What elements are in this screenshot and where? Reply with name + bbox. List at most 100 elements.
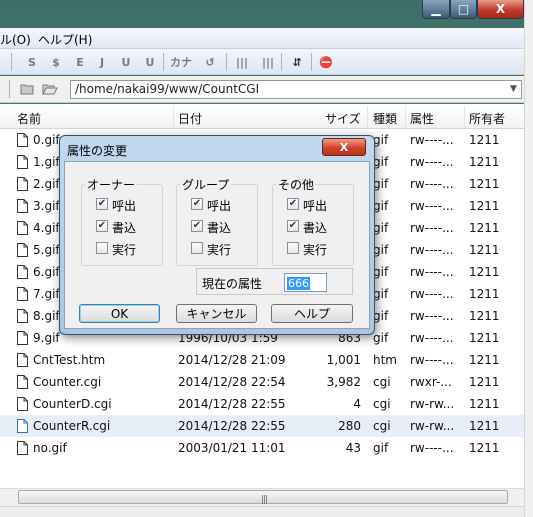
- permission-checkbox[interactable]: ✔: [287, 198, 299, 210]
- refresh-icon[interactable]: ↺: [200, 53, 220, 71]
- file-size: 280: [338, 419, 361, 433]
- path-input[interactable]: /home/nakai99/www/CountCGI: [70, 80, 522, 99]
- column-header-owner[interactable]: 所有者: [469, 110, 505, 127]
- column-header-size[interactable]: サイズ: [325, 110, 361, 127]
- maximize-button[interactable]: □: [450, 0, 477, 19]
- file-name: 3.gif: [33, 199, 60, 213]
- utf8-icon[interactable]: J: [92, 53, 112, 71]
- utf8-bom-icon[interactable]: U: [116, 53, 136, 71]
- column-divider[interactable]: [405, 106, 406, 128]
- permission-checkbox[interactable]: ✔: [96, 198, 108, 210]
- scroll-grip-icon: |||: [261, 495, 268, 505]
- permission-checkbox-label[interactable]: 呼出: [207, 197, 231, 214]
- euc-icon[interactable]: $: [46, 53, 66, 71]
- current-attribute-input[interactable]: 666: [284, 273, 327, 292]
- permission-checkbox[interactable]: ✔: [96, 220, 108, 232]
- file-icon: [17, 397, 28, 411]
- dialog-close-button[interactable]: X: [322, 138, 366, 156]
- menu-item-help[interactable]: ヘルプ(H): [38, 31, 92, 48]
- permission-checkbox[interactable]: [287, 242, 299, 254]
- file-owner: 1211: [469, 331, 500, 345]
- file-attr: rw----...: [410, 155, 454, 169]
- file-icon: [17, 133, 28, 147]
- permission-checkbox[interactable]: ✔: [191, 198, 203, 210]
- column-divider[interactable]: [464, 106, 465, 128]
- help-button[interactable]: ヘルプ: [271, 304, 353, 323]
- file-owner: 1211: [469, 309, 500, 323]
- permission-checkbox-label[interactable]: 書込: [303, 219, 327, 236]
- file-owner: 1211: [469, 265, 500, 279]
- file-type: gif: [373, 199, 389, 213]
- permission-checkbox-label[interactable]: 書込: [207, 219, 231, 236]
- file-icon: [17, 265, 28, 279]
- permission-checkbox-label[interactable]: 呼出: [303, 197, 327, 214]
- permission-checkbox[interactable]: ✔: [191, 220, 203, 232]
- file-owner: 1211: [469, 287, 500, 301]
- stop-icon[interactable]: ⛔: [316, 53, 336, 71]
- file-name: 7.gif: [33, 287, 60, 301]
- toolbar-separator: [281, 53, 282, 71]
- column-header-date[interactable]: 日付: [178, 110, 202, 127]
- file-icon: [17, 155, 28, 169]
- file-type: gif: [373, 133, 389, 147]
- chevron-down-icon[interactable]: ▼: [510, 84, 517, 94]
- permission-checkbox[interactable]: [96, 242, 108, 254]
- file-name: 2.gif: [33, 177, 60, 191]
- file-size: 43: [345, 441, 361, 455]
- permission-group-label: その他: [276, 176, 317, 193]
- permission-checkbox-label[interactable]: 実行: [303, 241, 327, 258]
- column-header-type[interactable]: 種類: [373, 110, 397, 127]
- toolbar-separator: [226, 53, 227, 71]
- detail-view-icon[interactable]: |||: [258, 53, 278, 71]
- ok-button[interactable]: OK: [79, 304, 160, 323]
- file-owner: 1211: [469, 353, 500, 367]
- file-attr: rwxr-...: [410, 375, 452, 389]
- file-name: 9.gif: [33, 331, 60, 345]
- file-icon: [17, 441, 28, 455]
- jis-icon[interactable]: E: [70, 53, 90, 71]
- column-header-name[interactable]: 名前: [17, 110, 41, 127]
- column-divider[interactable]: [173, 106, 174, 128]
- file-attr: rw----...: [410, 199, 454, 213]
- file-owner: 1211: [469, 397, 500, 411]
- file-type: cgi: [373, 375, 391, 389]
- file-type: gif: [373, 309, 389, 323]
- permission-checkbox[interactable]: ✔: [287, 220, 299, 232]
- file-name: CounterR.cgi: [33, 419, 111, 433]
- close-window-button[interactable]: X: [477, 0, 524, 19]
- file-attr: rw-rw...: [410, 397, 455, 411]
- column-header-attr[interactable]: 属性: [410, 110, 434, 127]
- cancel-button[interactable]: キャンセル: [176, 304, 257, 323]
- list-view-icon[interactable]: |||: [232, 53, 252, 71]
- check-mark-icon: ✔: [192, 198, 202, 209]
- permission-checkbox-label[interactable]: 呼出: [112, 197, 136, 214]
- kana-icon[interactable]: カナ: [170, 53, 192, 71]
- file-icon: [17, 353, 28, 367]
- sort-icon[interactable]: ⇵: [287, 53, 307, 71]
- file-attr: rw----...: [410, 133, 454, 147]
- parent-folder-icon[interactable]: [20, 83, 34, 95]
- toolbar-separator: [9, 80, 10, 98]
- column-divider[interactable]: [367, 106, 368, 128]
- file-name: CounterD.cgi: [33, 397, 112, 411]
- file-icon: [17, 331, 28, 345]
- file-date: 2014/12/28 22:54: [178, 375, 286, 389]
- no-convert-icon[interactable]: U: [140, 53, 160, 71]
- permission-checkbox-label[interactable]: 実行: [207, 241, 231, 258]
- minimize-button[interactable]: ▁: [422, 0, 450, 19]
- vertical-scrollbar[interactable]: [524, 0, 533, 517]
- file-type: htm: [373, 353, 397, 367]
- permission-checkbox-label[interactable]: 書込: [112, 219, 136, 236]
- menu-item-tools[interactable]: ル(O): [0, 31, 31, 48]
- file-icon: [17, 309, 28, 323]
- file-owner: 1211: [469, 419, 500, 433]
- file-icon: [17, 199, 28, 213]
- file-type: gif: [373, 441, 389, 455]
- toolbar-separator: [11, 53, 12, 71]
- open-folder-icon[interactable]: [42, 83, 58, 95]
- status-bar: [0, 506, 524, 517]
- permission-checkbox-label[interactable]: 実行: [112, 241, 136, 258]
- permission-checkbox[interactable]: [191, 242, 203, 254]
- sjis-icon[interactable]: S: [22, 53, 42, 71]
- file-owner: 1211: [469, 243, 500, 257]
